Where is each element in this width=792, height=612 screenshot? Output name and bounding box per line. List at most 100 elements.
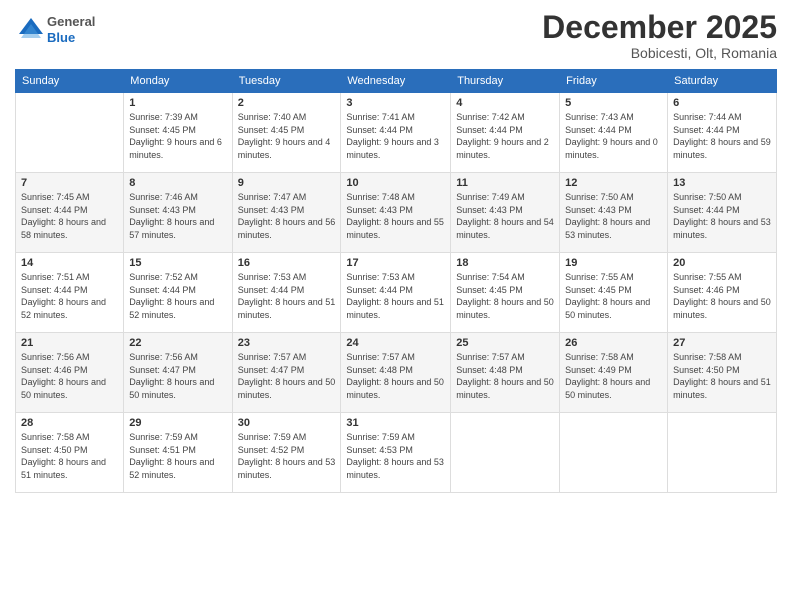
day-info: Sunrise: 7:58 AMSunset: 4:50 PMDaylight:… [21, 431, 118, 481]
page-container: General Blue December 2025 Bobicesti, Ol… [0, 0, 792, 612]
location-subtitle: Bobicesti, Olt, Romania [542, 45, 777, 61]
day-info: Sunrise: 7:57 AMSunset: 4:48 PMDaylight:… [456, 351, 554, 401]
day-number: 28 [21, 417, 118, 429]
day-number: 15 [129, 257, 226, 269]
calendar-cell: 16Sunrise: 7:53 AMSunset: 4:44 PMDayligh… [232, 253, 341, 333]
day-number: 4 [456, 97, 554, 109]
day-number: 19 [565, 257, 662, 269]
day-info: Sunrise: 7:57 AMSunset: 4:47 PMDaylight:… [238, 351, 336, 401]
day-number: 14 [21, 257, 118, 269]
day-info: Sunrise: 7:50 AMSunset: 4:44 PMDaylight:… [673, 191, 771, 241]
calendar-cell: 2 Sunrise: 7:40 AMSunset: 4:45 PMDaylight… [232, 93, 341, 173]
logo-general-text: General [47, 14, 95, 30]
calendar-cell: 27Sunrise: 7:58 AMSunset: 4:50 PMDayligh… [668, 333, 777, 413]
calendar-cell: 23 Sunrise: 7:57 AMSunset: 4:47 PMDayligh… [232, 333, 341, 413]
calendar-cell: 9 Sunrise: 7:47 AMSunset: 4:43 PMDaylight… [232, 173, 341, 253]
day-info: Sunrise: 7:57 AMSunset: 4:48 PMDaylight:… [346, 351, 445, 401]
day-info: Sunrise: 7:40 AMSunset: 4:45 PMDaylight:… [238, 111, 336, 161]
day-number: 6 [673, 97, 771, 109]
day-number: 5 [565, 97, 662, 109]
calendar-cell: 20 Sunrise: 7:55 AMSunset: 4:46 PMDayligh… [668, 253, 777, 333]
calendar-cell: 12 Sunrise: 7:50 AMSunset: 4:43 PMDayligh… [560, 173, 668, 253]
day-info: Sunrise: 7:50 AMSunset: 4:43 PMDaylight:… [565, 191, 662, 241]
calendar-week-row: 28 Sunrise: 7:58 AMSunset: 4:50 PMDayligh… [16, 413, 777, 493]
day-info: Sunrise: 7:59 AMSunset: 4:52 PMDaylight:… [238, 431, 336, 481]
day-number: 31 [346, 417, 445, 429]
day-number: 17 [346, 257, 445, 269]
day-info: Sunrise: 7:58 AMSunset: 4:50 PMDaylight:… [673, 351, 771, 401]
day-info: Sunrise: 7:46 AMSunset: 4:43 PMDaylight:… [129, 191, 226, 241]
day-info: Sunrise: 7:54 AMSunset: 4:45 PMDaylight:… [456, 271, 554, 321]
calendar-week-row: 7Sunrise: 7:45 AMSunset: 4:44 PMDaylight… [16, 173, 777, 253]
col-saturday: Saturday [668, 70, 777, 93]
calendar-cell: 18 Sunrise: 7:54 AMSunset: 4:45 PMDayligh… [451, 253, 560, 333]
day-info: Sunrise: 7:55 AMSunset: 4:46 PMDaylight:… [673, 271, 771, 321]
calendar-cell: 6 Sunrise: 7:44 AMSunset: 4:44 PMDaylight… [668, 93, 777, 173]
calendar-cell: 14 Sunrise: 7:51 AMSunset: 4:44 PMDayligh… [16, 253, 124, 333]
logo-icon [15, 14, 47, 46]
day-number: 7 [21, 177, 118, 189]
calendar-cell: 30Sunrise: 7:59 AMSunset: 4:52 PMDayligh… [232, 413, 341, 493]
calendar-cell: 15 Sunrise: 7:52 AMSunset: 4:44 PMDayligh… [124, 253, 232, 333]
calendar-cell: 10Sunrise: 7:48 AMSunset: 4:43 PMDayligh… [341, 173, 451, 253]
day-info: Sunrise: 7:56 AMSunset: 4:47 PMDaylight:… [129, 351, 226, 401]
day-number: 18 [456, 257, 554, 269]
calendar-cell: 19 Sunrise: 7:55 AMSunset: 4:45 PMDayligh… [560, 253, 668, 333]
calendar-week-row: 14 Sunrise: 7:51 AMSunset: 4:44 PMDayligh… [16, 253, 777, 333]
day-number: 20 [673, 257, 771, 269]
calendar-header-row: Sunday Monday Tuesday Wednesday Thursday… [16, 70, 777, 93]
day-info: Sunrise: 7:52 AMSunset: 4:44 PMDaylight:… [129, 271, 226, 321]
day-info: Sunrise: 7:59 AMSunset: 4:51 PMDaylight:… [129, 431, 226, 481]
day-info: Sunrise: 7:39 AMSunset: 4:45 PMDaylight:… [129, 111, 226, 161]
calendar-week-row: 21Sunrise: 7:56 AMSunset: 4:46 PMDayligh… [16, 333, 777, 413]
day-number: 24 [346, 337, 445, 349]
day-info: Sunrise: 7:59 AMSunset: 4:53 PMDaylight:… [346, 431, 445, 481]
day-info: Sunrise: 7:55 AMSunset: 4:45 PMDaylight:… [565, 271, 662, 321]
day-number: 9 [238, 177, 336, 189]
calendar-cell [451, 413, 560, 493]
calendar-cell: 13 Sunrise: 7:50 AMSunset: 4:44 PMDayligh… [668, 173, 777, 253]
day-number: 26 [565, 337, 662, 349]
day-info: Sunrise: 7:42 AMSunset: 4:44 PMDaylight:… [456, 111, 554, 161]
calendar-cell [16, 93, 124, 173]
day-info: Sunrise: 7:51 AMSunset: 4:44 PMDaylight:… [21, 271, 118, 321]
month-title: December 2025 [542, 10, 777, 45]
calendar-cell [668, 413, 777, 493]
calendar-cell: 4 Sunrise: 7:42 AMSunset: 4:44 PMDaylight… [451, 93, 560, 173]
calendar-cell: 31 Sunrise: 7:59 AMSunset: 4:53 PMDayligh… [341, 413, 451, 493]
calendar-cell: 1 Sunrise: 7:39 AMSunset: 4:45 PMDaylight… [124, 93, 232, 173]
day-info: Sunrise: 7:44 AMSunset: 4:44 PMDaylight:… [673, 111, 771, 161]
day-info: Sunrise: 7:53 AMSunset: 4:44 PMDaylight:… [346, 271, 445, 321]
calendar-cell: 22 Sunrise: 7:56 AMSunset: 4:47 PMDayligh… [124, 333, 232, 413]
calendar-cell: 3Sunrise: 7:41 AMSunset: 4:44 PMDaylight… [341, 93, 451, 173]
logo: General Blue [15, 14, 95, 46]
day-number: 8 [129, 177, 226, 189]
day-info: Sunrise: 7:48 AMSunset: 4:43 PMDaylight:… [346, 191, 445, 241]
day-number: 25 [456, 337, 554, 349]
header: General Blue December 2025 Bobicesti, Ol… [15, 10, 777, 61]
calendar-cell: 28 Sunrise: 7:58 AMSunset: 4:50 PMDayligh… [16, 413, 124, 493]
day-number: 3 [346, 97, 445, 109]
day-number: 13 [673, 177, 771, 189]
day-number: 29 [129, 417, 226, 429]
col-friday: Friday [560, 70, 668, 93]
calendar-cell: 11 Sunrise: 7:49 AMSunset: 4:43 PMDayligh… [451, 173, 560, 253]
day-info: Sunrise: 7:53 AMSunset: 4:44 PMDaylight:… [238, 271, 336, 321]
day-number: 1 [129, 97, 226, 109]
calendar-table: Sunday Monday Tuesday Wednesday Thursday… [15, 69, 777, 493]
day-number: 12 [565, 177, 662, 189]
day-info: Sunrise: 7:58 AMSunset: 4:49 PMDaylight:… [565, 351, 662, 401]
day-number: 23 [238, 337, 336, 349]
calendar-cell: 17 Sunrise: 7:53 AMSunset: 4:44 PMDayligh… [341, 253, 451, 333]
day-number: 11 [456, 177, 554, 189]
day-number: 2 [238, 97, 336, 109]
calendar-cell: 26 Sunrise: 7:58 AMSunset: 4:49 PMDayligh… [560, 333, 668, 413]
calendar-cell: 7Sunrise: 7:45 AMSunset: 4:44 PMDaylight… [16, 173, 124, 253]
logo-blue-text: Blue [47, 30, 95, 46]
calendar-cell [560, 413, 668, 493]
day-info: Sunrise: 7:49 AMSunset: 4:43 PMDaylight:… [456, 191, 554, 241]
day-number: 22 [129, 337, 226, 349]
day-number: 21 [21, 337, 118, 349]
calendar-cell: 21Sunrise: 7:56 AMSunset: 4:46 PMDayligh… [16, 333, 124, 413]
day-info: Sunrise: 7:47 AMSunset: 4:43 PMDaylight:… [238, 191, 336, 241]
